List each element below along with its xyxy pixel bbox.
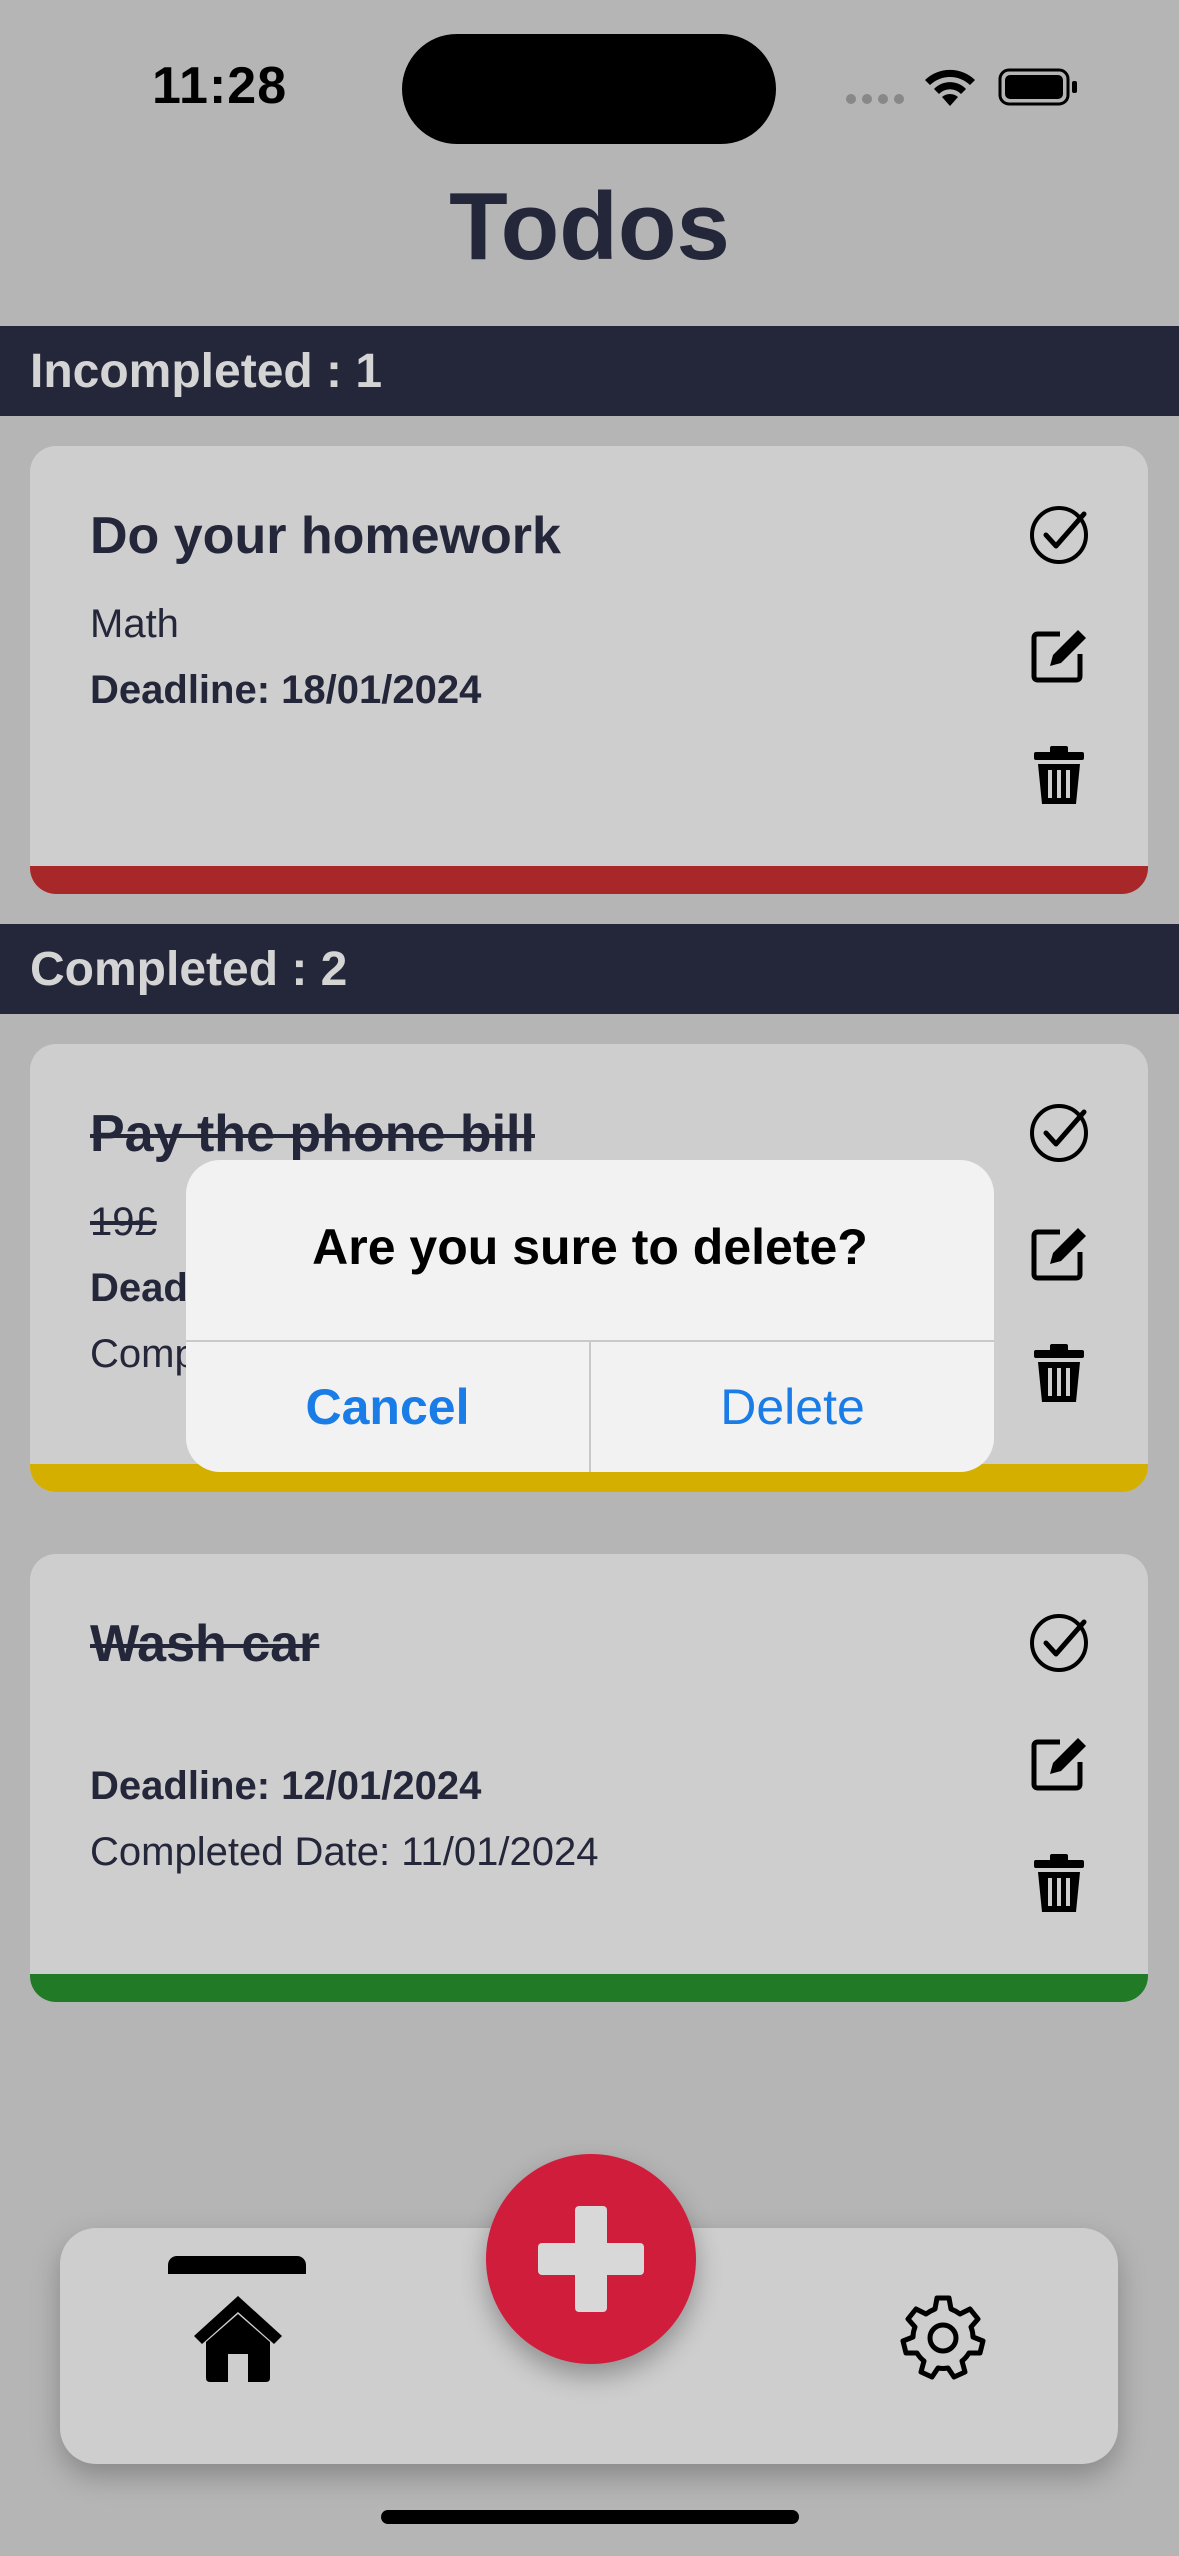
add-todo-button[interactable]: [486, 2154, 696, 2364]
priority-stripe: [30, 1974, 1148, 2002]
section-label: Completed : 2: [30, 943, 348, 996]
priority-stripe: [30, 866, 1148, 894]
wifi-icon: [922, 62, 978, 110]
delete-confirm-dialog: Are you sure to delete? Cancel Delete: [186, 1160, 994, 1472]
todo-deadline: Deadline: 18/01/2024: [90, 668, 482, 712]
gear-icon[interactable]: [900, 2294, 986, 2380]
home-icon[interactable]: [190, 2290, 286, 2386]
dialog-message: Are you sure to delete?: [312, 1219, 868, 1275]
check-circle-icon[interactable]: [1026, 502, 1092, 568]
todo-card[interactable]: Wash car Deadline: 12/01/2024 Completed …: [30, 1554, 1148, 2002]
page-title: Todos: [449, 173, 730, 280]
delete-button[interactable]: Delete: [591, 1342, 994, 1472]
check-circle-icon[interactable]: [1026, 1100, 1092, 1166]
todo-title: Do your homework: [90, 507, 561, 565]
section-label: Incompleted : 1: [30, 345, 383, 398]
todo-card[interactable]: Do your homework Math Deadline: 18/01/20…: [30, 446, 1148, 894]
status-time: 11:28: [152, 57, 288, 115]
edit-icon[interactable]: [1026, 622, 1092, 688]
todo-title: Pay the phone bill: [90, 1105, 535, 1163]
trash-icon[interactable]: [1026, 1850, 1092, 1916]
cellular-signal-icon: [846, 94, 904, 106]
todo-completed-date: Completed Date: 11/01/2024: [90, 1830, 599, 1874]
todo-title: Wash car: [90, 1615, 320, 1673]
todo-deadline: Deadline: 12/01/2024: [90, 1764, 482, 1808]
edit-icon[interactable]: [1026, 1220, 1092, 1286]
trash-icon[interactable]: [1026, 742, 1092, 808]
section-header-completed: Completed : 2: [0, 924, 1179, 1014]
edit-icon[interactable]: [1026, 1730, 1092, 1796]
section-header-incompleted: Incompleted : 1: [0, 326, 1179, 416]
check-circle-icon[interactable]: [1026, 1610, 1092, 1676]
active-tab-indicator: [168, 2256, 306, 2274]
todo-note: 19£: [90, 1200, 157, 1244]
cancel-button[interactable]: Cancel: [186, 1342, 589, 1472]
todo-note: Math: [90, 602, 179, 646]
home-indicator: [381, 2510, 799, 2524]
dynamic-island: [402, 34, 776, 144]
trash-icon[interactable]: [1026, 1340, 1092, 1406]
plus-icon: [575, 2206, 607, 2312]
battery-icon: [998, 68, 1080, 106]
